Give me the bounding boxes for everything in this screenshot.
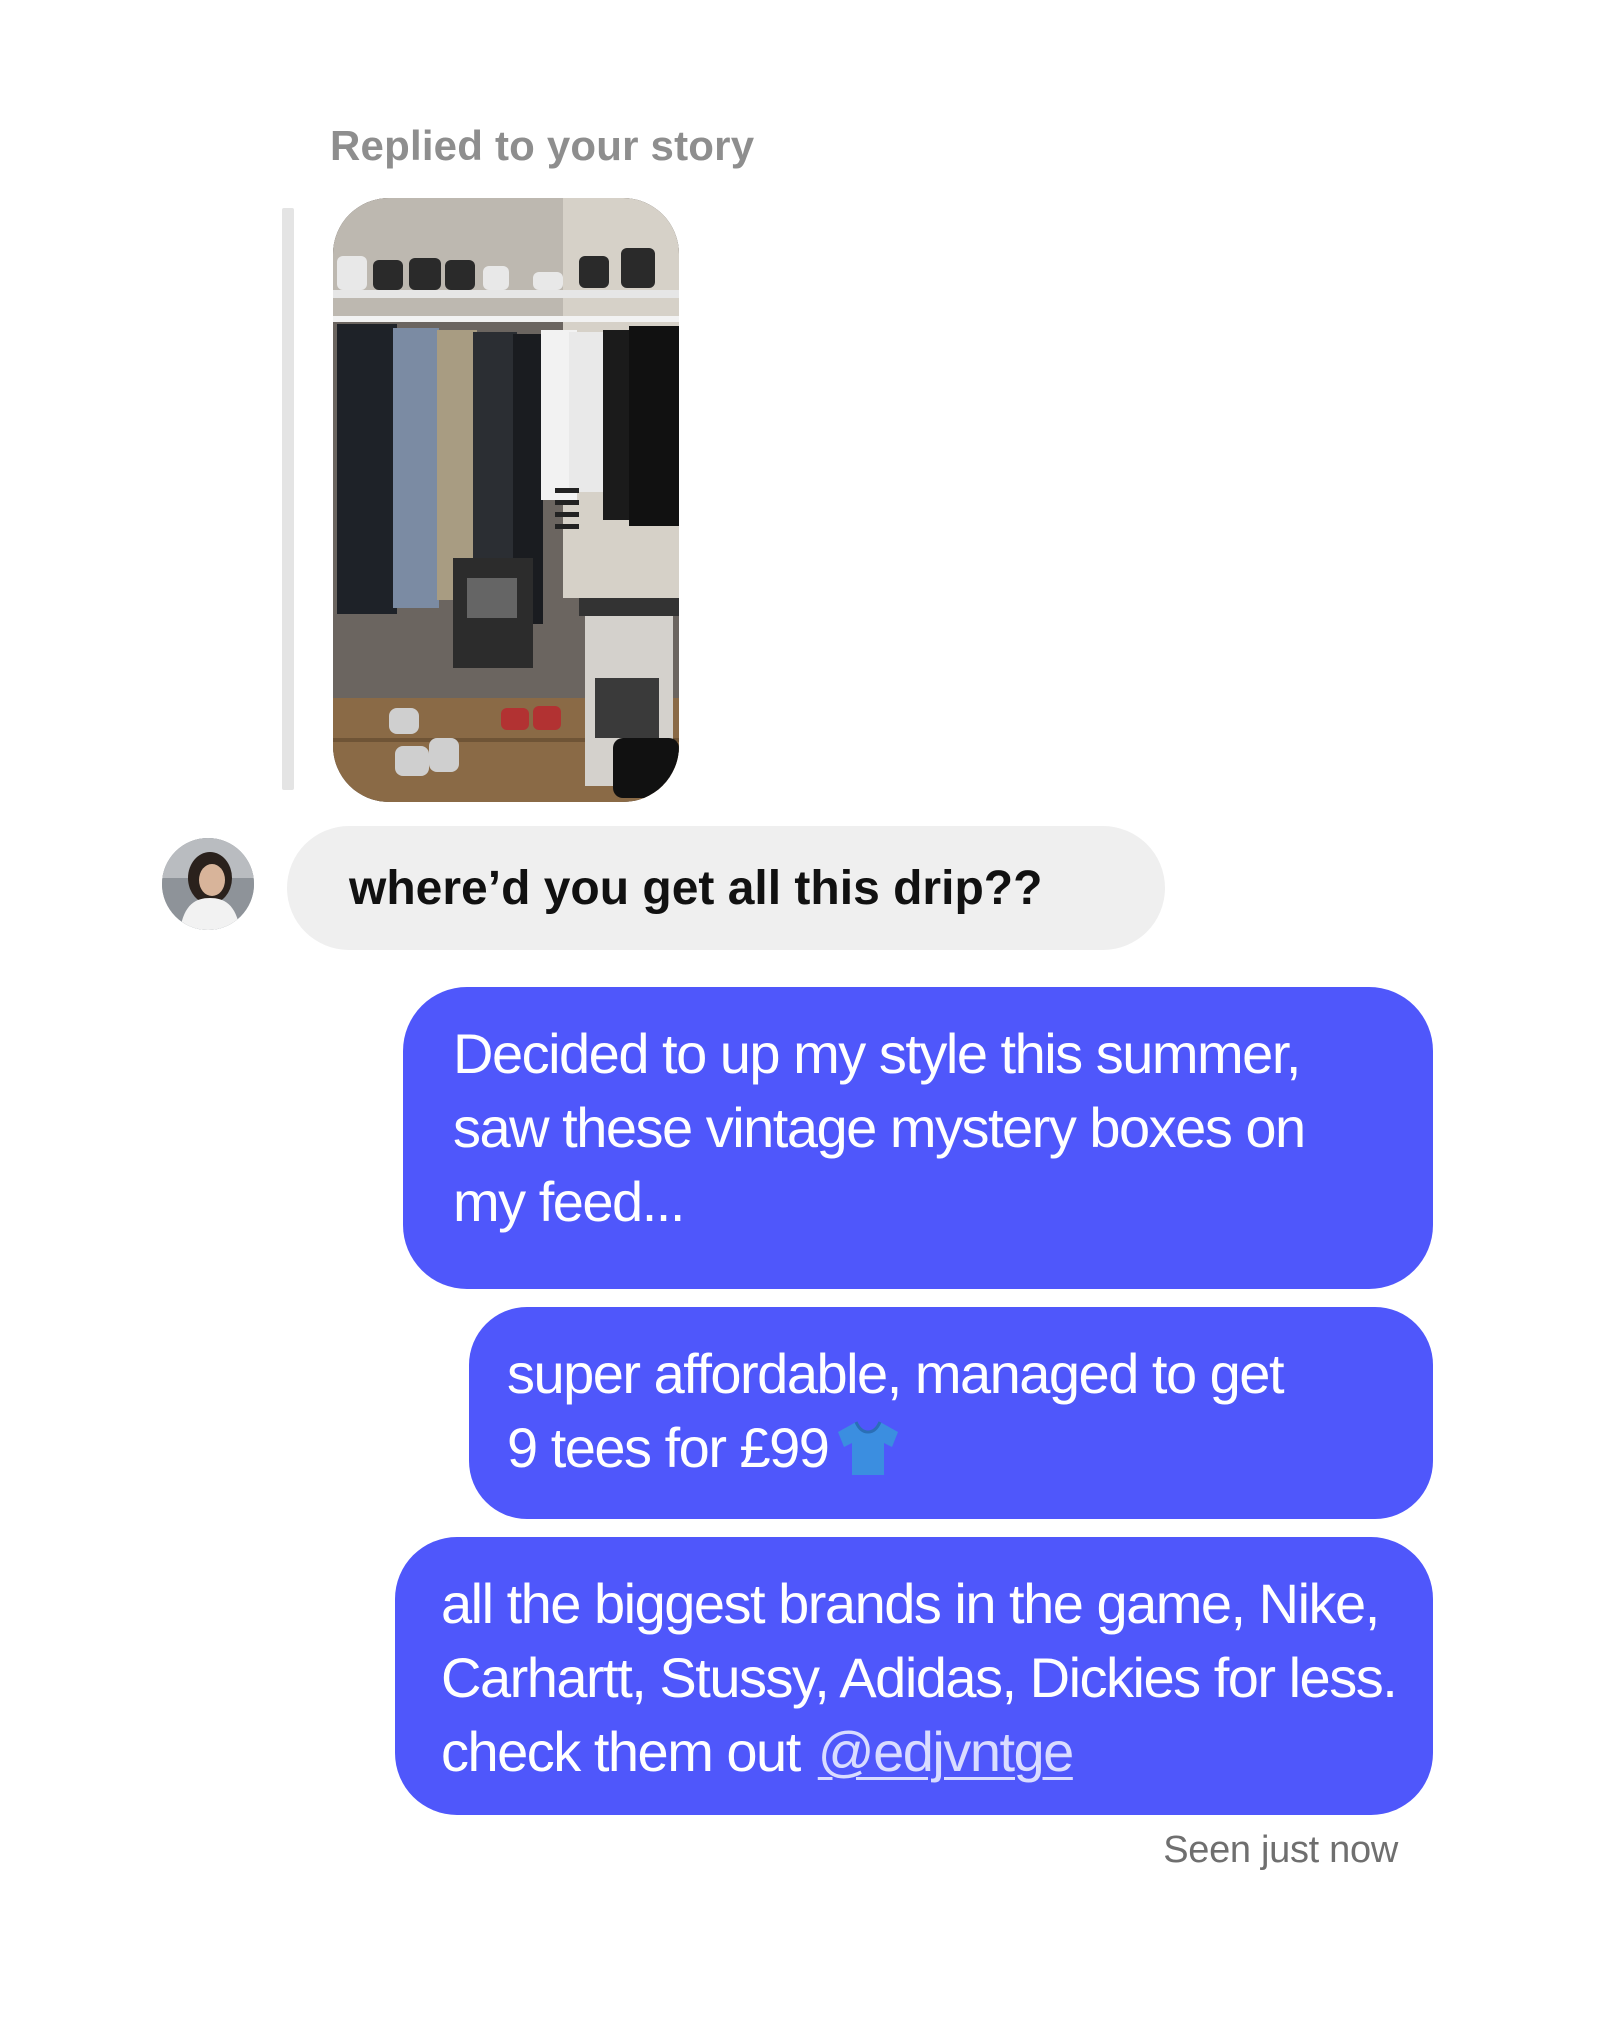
incoming-message-bubble[interactable]: where’d you get all this drip??	[287, 826, 1165, 950]
message-line: Carhartt, Stussy, Adidas, Dickies for le…	[441, 1646, 1398, 1709]
t-shirt-icon	[834, 1419, 902, 1495]
profile-avatar-icon	[162, 838, 254, 930]
message-line-with-emoji: 9 tees for £99	[507, 1411, 1393, 1495]
message-line: Decided to up my style this summer,	[453, 1022, 1301, 1085]
reply-quote-bar	[282, 208, 294, 790]
mention-link[interactable]: @edjvntge	[818, 1720, 1075, 1783]
seen-status: Seen just now	[1163, 1829, 1398, 1871]
outgoing-message-bubble[interactable]: all the biggest brands in the game, Nike…	[395, 1537, 1433, 1815]
message-line: all the biggest brands in the game, Nike…	[441, 1572, 1380, 1635]
message-line: my feed...	[453, 1170, 685, 1233]
story-thumbnail[interactable]	[333, 198, 679, 802]
message-line: super affordable, managed to get	[507, 1342, 1285, 1405]
message-line-text: 9 tees for £99	[507, 1416, 830, 1479]
sender-avatar[interactable]	[162, 838, 254, 930]
replied-to-story-label: Replied to your story	[330, 122, 755, 169]
message-line: saw these vintage mystery boxes on	[453, 1096, 1306, 1159]
message-line-with-mention: check them out @edjvntge	[441, 1715, 1413, 1789]
outgoing-message-bubble[interactable]: super affordable, managed to get 9 tees …	[469, 1307, 1433, 1519]
outgoing-message-bubble[interactable]: Decided to up my style this summer, saw …	[403, 987, 1433, 1289]
message-line-text: check them out	[441, 1720, 801, 1783]
story-photo-image	[333, 198, 679, 802]
